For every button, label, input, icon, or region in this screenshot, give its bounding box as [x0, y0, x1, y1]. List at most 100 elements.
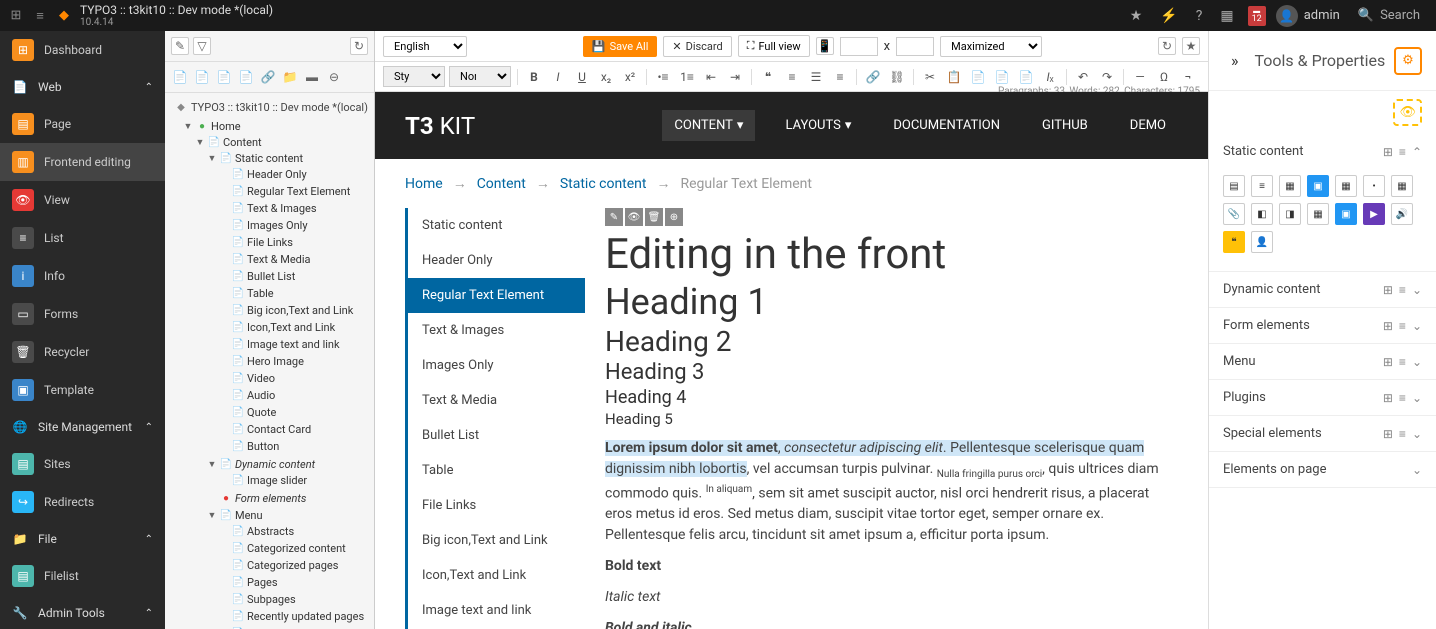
- section-elements-on-page[interactable]: Elements on page⌄: [1209, 452, 1436, 487]
- paste-icon[interactable]: 📄: [968, 67, 988, 87]
- tree-item[interactable]: 📄Bullet List: [217, 269, 374, 284]
- heading-2[interactable]: Heading 2: [605, 325, 1178, 358]
- nav-demo[interactable]: DEMO: [1118, 110, 1178, 141]
- underline-icon[interactable]: U: [572, 67, 592, 87]
- tree-refresh-icon[interactable]: ↻: [350, 37, 368, 55]
- module-dashboard[interactable]: ⊞Dashboard: [0, 31, 165, 69]
- module-redirects[interactable]: ↪Redirects: [0, 483, 165, 521]
- doc2-icon[interactable]: 📄: [193, 68, 211, 86]
- paste-text-icon[interactable]: 📄: [992, 67, 1012, 87]
- tree-item[interactable]: 📄Big icon,Text and Link: [217, 303, 374, 318]
- tree-item[interactable]: 📄Table: [217, 286, 374, 301]
- tree-item[interactable]: 📄Text & Media: [217, 252, 374, 267]
- bc-static[interactable]: Static content: [560, 176, 647, 192]
- bc-home[interactable]: Home: [405, 176, 443, 192]
- module-template[interactable]: ▣Template: [0, 371, 165, 409]
- heading-4[interactable]: Heading 4: [605, 387, 1178, 408]
- hr-icon[interactable]: —: [1130, 67, 1150, 87]
- paragraph-italic[interactable]: Italic text: [605, 587, 1178, 608]
- doc-icon[interactable]: 📄: [171, 68, 189, 86]
- tree-item[interactable]: 📄Icon,Text and Link: [217, 320, 374, 335]
- format-select[interactable]: Normal: [449, 66, 511, 87]
- module-view[interactable]: 👁View: [0, 181, 165, 219]
- list-number-icon[interactable]: 1≡: [677, 67, 697, 87]
- site-logo[interactable]: T3 KIT: [405, 112, 475, 140]
- module-filelist[interactable]: ▤Filelist: [0, 557, 165, 595]
- align-center-icon[interactable]: ☰: [806, 67, 826, 87]
- list-icon[interactable]: ≡: [32, 8, 48, 24]
- typo3-logo-icon[interactable]: ◆: [56, 8, 72, 24]
- doc3-icon[interactable]: 📄: [215, 68, 233, 86]
- subnav-item[interactable]: Images Only: [408, 348, 585, 383]
- ce-bullets[interactable]: •: [1363, 175, 1385, 197]
- user-menu[interactable]: 👤 admin: [1276, 5, 1340, 27]
- paragraph-bolditalic[interactable]: Bold and italic: [605, 618, 1178, 629]
- subnav-item-active[interactable]: Regular Text Element: [408, 278, 585, 313]
- nav-layouts[interactable]: LAYOUTS ▾: [773, 110, 863, 141]
- expand-icon[interactable]: »: [1223, 43, 1247, 78]
- width-input[interactable]: [840, 37, 878, 56]
- ce-text[interactable]: ≡: [1251, 175, 1273, 197]
- ce-table[interactable]: ▦: [1391, 175, 1413, 197]
- ce-audio[interactable]: 🔊: [1391, 203, 1413, 225]
- copy-icon[interactable]: 📋: [944, 67, 964, 87]
- folder-icon[interactable]: 📁: [281, 68, 299, 86]
- subnav-item[interactable]: Table: [408, 453, 585, 488]
- blockquote-icon[interactable]: ❝: [758, 67, 778, 87]
- subnav-item[interactable]: File Links: [408, 488, 585, 523]
- tree-item[interactable]: 📄Subpages: [217, 592, 374, 607]
- heading-1b[interactable]: Heading 1: [605, 281, 1178, 323]
- tree-item[interactable]: 📄Button: [217, 439, 374, 454]
- tree-item[interactable]: 📄Abstracts: [217, 524, 374, 539]
- device-icon[interactable]: 📱: [816, 37, 834, 55]
- subnav-item[interactable]: Text & Media: [408, 383, 585, 418]
- heading-1[interactable]: Editing in the front: [605, 230, 1178, 279]
- bookmark-icon[interactable]: ★: [1126, 4, 1147, 28]
- nav-documentation[interactable]: DOCUMENTATION: [881, 110, 1012, 141]
- delete-icon[interactable]: 🗑: [645, 208, 663, 226]
- full-view-button[interactable]: ⛶ Full view: [738, 35, 810, 57]
- eye-icon[interactable]: 👁: [1393, 99, 1422, 126]
- subnav-item[interactable]: Big icon,Text and Link: [408, 523, 585, 558]
- indent-icon[interactable]: ⇥: [725, 67, 745, 87]
- heading-5[interactable]: Heading 5: [605, 410, 1178, 428]
- section-static-content[interactable]: Static content⊞≡⌃: [1209, 134, 1436, 169]
- subnav-item[interactable]: Static content: [408, 208, 585, 243]
- softhyphen-icon[interactable]: ¬: [1178, 67, 1198, 87]
- ce-uploads[interactable]: 📎: [1223, 203, 1245, 225]
- superscript-icon[interactable]: x²: [620, 67, 640, 87]
- tree-root[interactable]: ◆TYPO3 :: t3kit10 :: Dev mode *(local): [169, 97, 374, 118]
- link-icon[interactable]: 🔗: [863, 67, 883, 87]
- size-select[interactable]: Maximized: [940, 36, 1042, 57]
- subnav-item[interactable]: Bullet List: [408, 418, 585, 453]
- tree-static-content[interactable]: ▼📄Static content: [205, 151, 374, 166]
- flash-icon[interactable]: ⚡: [1156, 4, 1181, 28]
- new-icon[interactable]: ⊕: [665, 208, 683, 226]
- tree-home[interactable]: ▼●Home: [181, 119, 374, 134]
- tree-item[interactable]: 📄File Links: [217, 235, 374, 250]
- date-badge[interactable]: ▬12: [1248, 6, 1266, 26]
- tree-item[interactable]: 📄Header Only: [217, 167, 374, 182]
- ce-textmedia[interactable]: ▦: [1335, 175, 1357, 197]
- section-site-management[interactable]: 🌐Site Management⌃: [0, 409, 165, 445]
- ce-header[interactable]: ▤: [1223, 175, 1245, 197]
- section-form-elements[interactable]: Form elements⊞≡⌄: [1209, 308, 1436, 343]
- heading-3[interactable]: Heading 3: [605, 360, 1178, 385]
- tree-item[interactable]: 📄Quote: [217, 405, 374, 420]
- ce-imagetext[interactable]: ▦: [1307, 203, 1329, 225]
- language-select[interactable]: English: [383, 36, 467, 57]
- ce-image[interactable]: ▣: [1307, 175, 1329, 197]
- edit-icon[interactable]: ✎: [605, 208, 623, 226]
- height-input[interactable]: [896, 37, 934, 56]
- cut-icon[interactable]: ✂: [920, 67, 940, 87]
- subnav-item[interactable]: Text & Images: [408, 313, 585, 348]
- gear-icon[interactable]: ⚙: [1394, 47, 1422, 75]
- tree-content[interactable]: ▼📄Content: [193, 135, 374, 150]
- divider-icon[interactable]: ▬: [303, 68, 321, 86]
- align-right-icon[interactable]: ≡: [830, 67, 850, 87]
- subnav-item[interactable]: Header Only: [408, 243, 585, 278]
- styles-select[interactable]: Styles: [383, 66, 445, 87]
- bold-icon[interactable]: B: [524, 67, 544, 87]
- outdent-icon[interactable]: ⇤: [701, 67, 721, 87]
- nav-content[interactable]: CONTENT ▾: [662, 110, 755, 141]
